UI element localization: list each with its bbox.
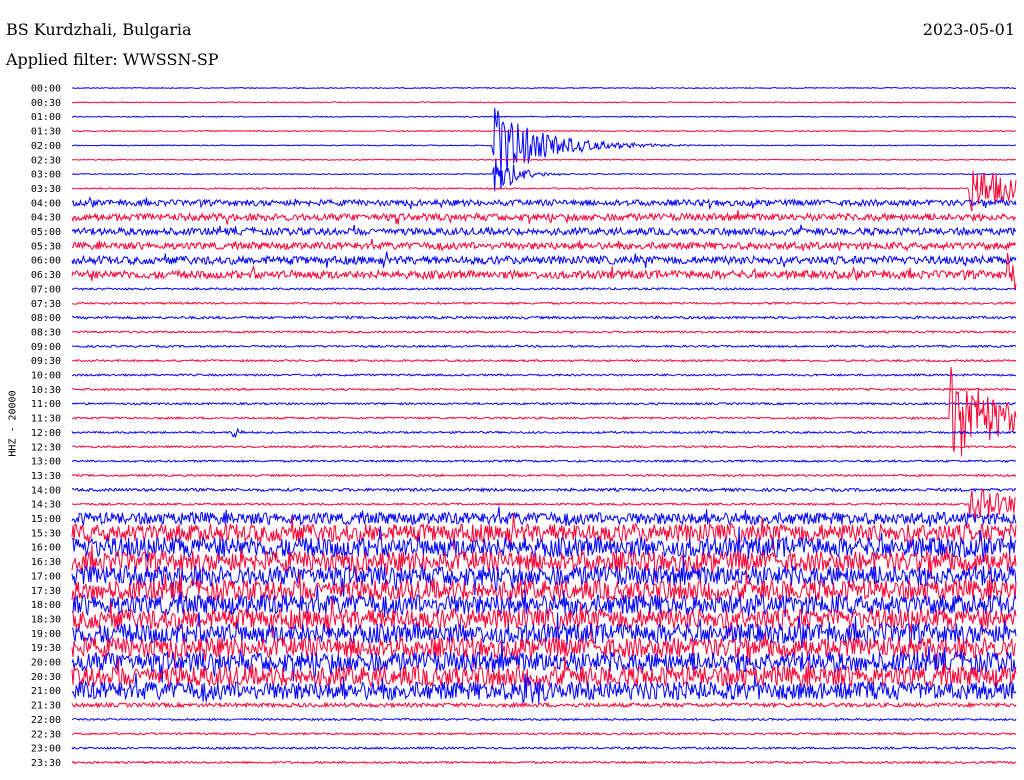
time-tick-labels: 00:00 00:30 01:00 01:30 02:00 02:30 03:00 03:30… <box>31 84 61 769</box>
trace-line <box>71 315 1017 320</box>
trace-line <box>71 251 1017 268</box>
tick-label: 04:30 <box>31 213 61 224</box>
tick-label: 23:30 <box>31 758 61 769</box>
tick-label: 16:30 <box>31 557 61 568</box>
tick-label: 00:30 <box>31 98 61 109</box>
tick-label: 02:00 <box>31 141 61 152</box>
tick-label: 23:00 <box>31 744 61 755</box>
trace-line <box>71 86 1017 90</box>
trace-line <box>71 366 1017 457</box>
tick-label: 09:00 <box>31 342 61 353</box>
trace-line <box>71 473 1017 478</box>
trace-line <box>71 427 1017 439</box>
trace-line <box>71 506 1017 528</box>
tick-label: 06:30 <box>31 270 61 281</box>
trace-line <box>71 746 1017 751</box>
tick-label: 15:00 <box>31 514 61 525</box>
tick-label: 15:30 <box>31 528 61 539</box>
trace-line <box>71 210 1017 225</box>
trace-line <box>71 158 1017 161</box>
tick-label: 17:30 <box>31 586 61 597</box>
tick-label: 08:00 <box>31 313 61 324</box>
tick-label: 01:30 <box>31 127 61 138</box>
tick-label: 06:00 <box>31 256 61 267</box>
tick-label: 13:00 <box>31 457 61 468</box>
trace-line <box>71 329 1017 334</box>
seismic-traces <box>71 86 1017 765</box>
tick-label: 13:30 <box>31 471 61 482</box>
tick-label: 14:00 <box>31 485 61 496</box>
tick-label: 09:30 <box>31 356 61 367</box>
tick-label: 11:00 <box>31 399 61 410</box>
trace-line <box>72 115 1017 118</box>
trace-line <box>71 387 1017 392</box>
trace-line <box>71 373 1017 377</box>
tick-label: 08:30 <box>31 327 61 338</box>
helicorder-plot: 00:00 00:30 01:00 01:30 02:00 02:30 03:00 03:30… <box>31 84 1017 769</box>
trace-line <box>71 224 1017 238</box>
trace-line <box>71 459 1017 464</box>
tick-label: 20:30 <box>31 672 61 683</box>
tick-label: 20:00 <box>31 658 61 669</box>
tick-label: 07:00 <box>31 284 61 295</box>
trace-line <box>71 301 1017 306</box>
tick-label: 12:30 <box>31 442 61 453</box>
tick-label: 10:00 <box>31 371 61 382</box>
trace-line <box>71 129 1017 133</box>
tick-label: 00:00 <box>31 84 61 95</box>
trace-line <box>71 731 1017 736</box>
trace-line <box>71 486 1017 493</box>
tick-label: 03:30 <box>31 184 61 195</box>
trace-line <box>71 760 1017 765</box>
tick-label: 18:30 <box>31 614 61 625</box>
tick-label: 01:00 <box>31 112 61 123</box>
tick-label: 02:30 <box>31 155 61 166</box>
trace-line <box>71 158 1017 192</box>
tick-label: 22:00 <box>31 715 61 726</box>
tick-label: 05:00 <box>31 227 61 238</box>
tick-label: 10:30 <box>31 385 61 396</box>
tick-label: 19:30 <box>31 643 61 654</box>
trace-line <box>71 444 1017 449</box>
trace-line <box>71 196 1017 210</box>
tick-label: 16:00 <box>31 543 61 554</box>
trace-line <box>71 701 1017 709</box>
trace-line <box>71 238 1017 253</box>
tick-label: 14:30 <box>31 500 61 511</box>
tick-label: 05:30 <box>31 241 61 252</box>
trace-line <box>71 358 1017 363</box>
trace-line <box>71 286 1017 291</box>
tick-label: 21:00 <box>31 686 61 697</box>
tick-label: 21:30 <box>31 701 61 712</box>
trace-line <box>71 672 1017 704</box>
trace-line <box>71 107 1017 177</box>
trace-line <box>71 717 1017 722</box>
tick-label: 03:00 <box>31 170 61 181</box>
trace-line <box>71 401 1017 406</box>
tick-label: 11:30 <box>31 414 61 425</box>
tick-label: 19:00 <box>31 629 61 640</box>
trace-line <box>71 612 1017 649</box>
tick-label: 12:00 <box>31 428 61 439</box>
trace-line <box>72 344 1017 349</box>
tick-label: 17:00 <box>31 571 61 582</box>
tick-label: 04:00 <box>31 198 61 209</box>
tick-label: 07:30 <box>31 299 61 310</box>
trace-line <box>71 170 1017 212</box>
trace-line <box>71 101 1017 104</box>
tick-label: 18:00 <box>31 600 61 611</box>
tick-label: 22:30 <box>31 729 61 740</box>
